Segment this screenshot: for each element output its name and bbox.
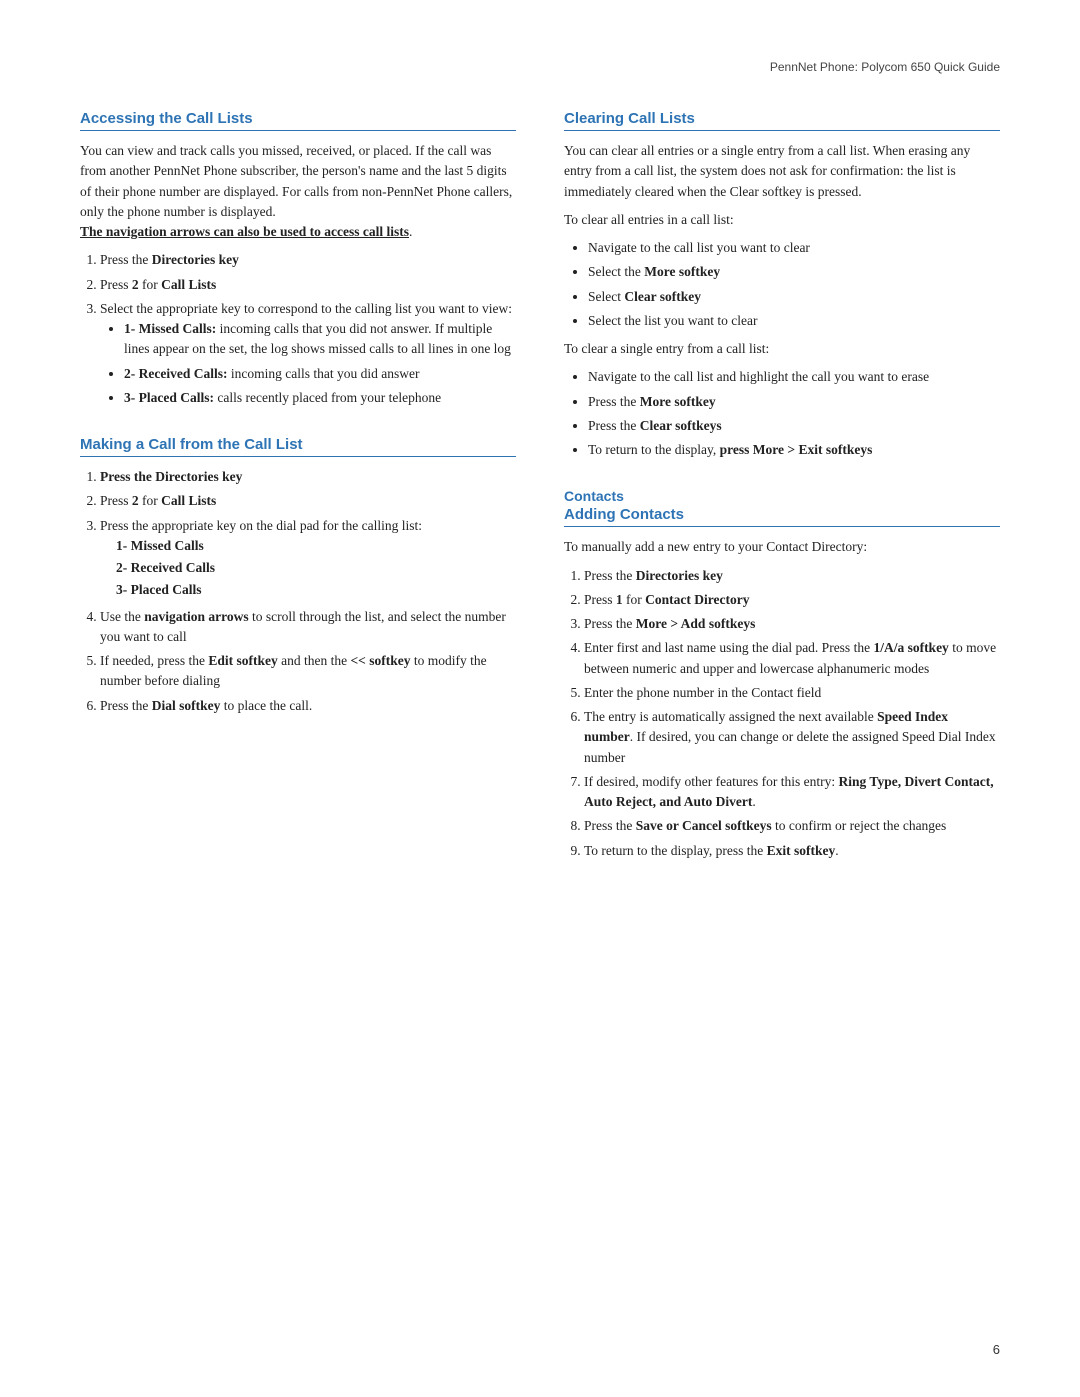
clearing-call-lists-section: Clearing Call Lists You can clear all en… [564,110,1000,460]
clear-all-list: Navigate to the call list you want to cl… [588,238,1000,331]
clear-single-item-4: To return to the display, press More > E… [588,440,1000,460]
add-step2-2: Contact Directory [645,592,749,607]
speed-index-label: Speed Index number [584,709,948,744]
making-step-5: If needed, press the Edit softkey and th… [100,651,516,692]
making-call-section: Making a Call from the Call List Press t… [80,436,516,716]
dial-softkey-label: Dial softkey [152,698,221,713]
accessing-intro-text: You can view and track calls you missed,… [80,143,512,219]
making-step1-text: Press the Directories key [100,469,242,484]
clear-softkey-1: Clear softkey [624,289,701,304]
accessing-steps-list: Press the Directories key Press 2 for Ca… [100,250,516,408]
making-dir-key: Directories key [155,469,242,484]
adding-step-7: If desired, modify other features for th… [584,772,1000,813]
clear-softkeys-label: Clear softkeys [640,418,722,433]
received-calls-label: 2- Received Calls: [124,366,227,381]
one-a-a-softkey: 1/A/a softkey [873,640,948,655]
save-cancel-softkeys: Save or Cancel softkeys [636,818,772,833]
page-number: 6 [993,1342,1000,1357]
clear-single-item-3: Press the Clear softkeys [588,416,1000,436]
clear-single-label: To clear a single entry from a call list… [564,339,1000,359]
adding-intro: To manually add a new entry to your Cont… [564,537,1000,557]
more-add-softkeys: More > Add softkeys [636,616,756,631]
making-step-1: Press the Directories key [100,467,516,487]
received-calls-item: 2- Received Calls: incoming calls that y… [124,364,516,384]
making-call-steps: Press the Directories key Press 2 for Ca… [100,467,516,716]
accessing-step-3: Select the appropriate key to correspond… [100,299,516,408]
adding-step-3: Press the More > Add softkeys [584,614,1000,634]
making-step-3: Press the appropriate key on the dial pa… [100,516,516,601]
adding-contacts-steps: Press the Directories key Press 1 for Co… [584,566,1000,861]
accessing-period: . [409,224,412,239]
right-column: Clearing Call Lists You can clear all en… [564,110,1000,889]
left-column: Accessing the Call Lists You can view an… [80,110,516,889]
dial-received: 2- Received Calls [116,558,516,578]
clear-all-item-3: Select Clear softkey [588,287,1000,307]
dial-received-label: 2- Received Calls [116,560,215,575]
making-call-title: Making a Call from the Call List [80,436,516,457]
accessing-call-lists-section: Accessing the Call Lists You can view an… [80,110,516,408]
clear-all-item-2: Select the More softkey [588,262,1000,282]
directories-key-label: Directories key [152,252,239,267]
clearing-intro: You can clear all entries or a single en… [564,141,1000,202]
making-step-6: Press the Dial softkey to place the call… [100,696,516,716]
call-list-types: 1- Missed Calls: incoming calls that you… [124,319,516,408]
step2-bold2: Call Lists [161,277,216,292]
back-softkey-label: << softkey [350,653,410,668]
press-more-exit: press More > Exit softkeys [720,442,873,457]
adding-step-2: Press 1 for Contact Directory [584,590,1000,610]
page-header: PennNet Phone: Polycom 650 Quick Guide [80,60,1000,74]
add-step2-1: 1 [616,592,623,607]
making-step2-cl: Call Lists [161,493,216,508]
adding-contacts-title: Adding Contacts [564,506,1000,527]
main-content: Accessing the Call Lists You can view an… [80,110,1000,889]
header-text: PennNet Phone: Polycom 650 Quick Guide [770,60,1000,74]
adding-step-4: Enter first and last name using the dial… [584,638,1000,679]
making-step-4: Use the navigation arrows to scroll thro… [100,607,516,648]
adding-step-5: Enter the phone number in the Contact fi… [584,683,1000,703]
dial-missed: 1- Missed Calls [116,536,516,556]
adding-contacts-section: Adding Contacts To manually add a new en… [564,506,1000,861]
step2-bold1: 2 [132,277,139,292]
clear-single-list: Navigate to the call list and highlight … [588,367,1000,460]
placed-calls-label: 3- Placed Calls: [124,390,214,405]
ring-type-label: Ring Type, Divert Contact, Auto Reject, … [584,774,994,809]
accessing-call-lists-title: Accessing the Call Lists [80,110,516,131]
adding-step-8: Press the Save or Cancel softkeys to con… [584,816,1000,836]
clearing-call-lists-title: Clearing Call Lists [564,110,1000,131]
missed-calls-label: 1- Missed Calls: [124,321,216,336]
dial-missed-label: 1- Missed Calls [116,538,204,553]
dial-placed-label: 3- Placed Calls [116,582,202,597]
making-step2-2: 2 [132,493,139,508]
missed-calls-item: 1- Missed Calls: incoming calls that you… [124,319,516,360]
dial-pad-list: 1- Missed Calls 2- Received Calls 3- Pla… [116,536,516,601]
edit-softkey-label: Edit softkey [208,653,277,668]
clear-all-label: To clear all entries in a call list: [564,210,1000,230]
making-step-2: Press 2 for Call Lists [100,491,516,511]
add-dir-key: Directories key [636,568,723,583]
accessing-step-1: Press the Directories key [100,250,516,270]
adding-step-6: The entry is automatically assigned the … [584,707,1000,768]
accessing-underline: The navigation arrows can also be used t… [80,224,409,239]
clear-single-item-1: Navigate to the call list and highlight … [588,367,1000,387]
clear-all-item-4: Select the list you want to clear [588,311,1000,331]
more-softkey-2: More softkey [640,394,716,409]
nav-arrows-label: navigation arrows [144,609,248,624]
dial-placed: 3- Placed Calls [116,580,516,600]
more-softkey-1: More softkey [644,264,720,279]
contacts-heading: Contacts [564,488,1000,504]
adding-step-9: To return to the display, press the Exit… [584,841,1000,861]
clear-all-item-1: Navigate to the call list you want to cl… [588,238,1000,258]
clear-single-item-2: Press the More softkey [588,392,1000,412]
accessing-step-2: Press 2 for Call Lists [100,275,516,295]
page: PennNet Phone: Polycom 650 Quick Guide A… [0,0,1080,1397]
adding-step-1: Press the Directories key [584,566,1000,586]
accessing-intro: You can view and track calls you missed,… [80,141,516,242]
exit-softkey-label: Exit softkey [767,843,836,858]
placed-calls-item: 3- Placed Calls: calls recently placed f… [124,388,516,408]
